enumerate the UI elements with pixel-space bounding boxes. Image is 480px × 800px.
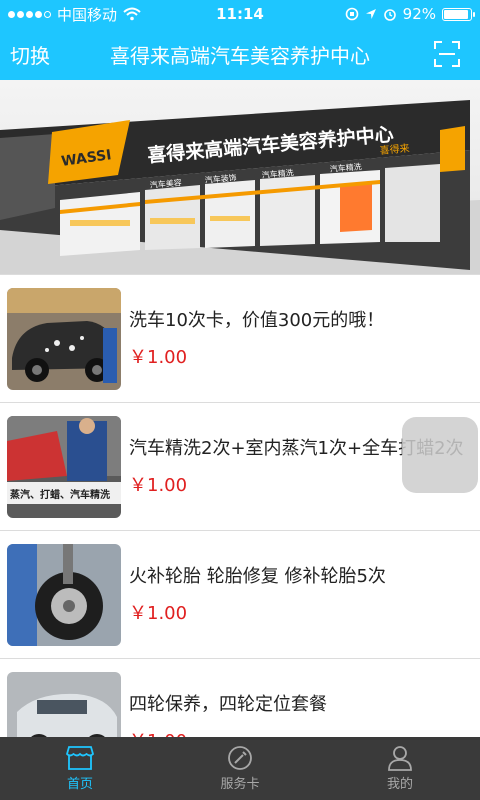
location-icon [365, 9, 376, 19]
user-icon [388, 746, 412, 771]
page-title: 喜得来高端汽车美容养护中心 [110, 43, 370, 68]
status-bar: 中国移动 11:14 92% [0, 0, 480, 28]
scan-button[interactable] [390, 41, 480, 67]
product-info: 火补轮胎 轮胎修复 修补轮胎5次 ￥1.00 [129, 565, 480, 625]
title-bar: 切换 喜得来高端汽车美容养护中心 [0, 28, 480, 80]
orientation-lock-icon [345, 7, 358, 21]
product-price: ￥1.00 [129, 346, 188, 368]
battery-percent: 92% [402, 5, 436, 23]
tab-bar: 首页 服务卡 我的 [0, 737, 480, 800]
scan-icon [434, 41, 460, 67]
thumbnail-caption: 蒸汽、打蜡、汽车精洗 [10, 488, 110, 501]
storefront-illustration: 喜得来高端汽车美容养护中心 WASSI 喜得来 汽车美容 汽车装饰 汽车精洗 汽… [0, 100, 480, 274]
product-thumbnail [7, 287, 121, 390]
clock: 11:14 [216, 5, 264, 23]
status-left: 中国移动 [8, 4, 188, 25]
status-right: 92% [292, 5, 475, 23]
store-icon [66, 746, 94, 770]
product-name: 四轮保养，四轮定位套餐 [129, 693, 327, 715]
tab-mine-label: 我的 [386, 777, 413, 792]
alarm-icon [383, 9, 396, 21]
tab-service-card-label: 服务卡 [220, 777, 260, 792]
tab-mine[interactable]: 我的 [320, 737, 480, 800]
tab-home-label: 首页 [66, 777, 93, 792]
product-item[interactable]: 火补轮胎 轮胎修复 修补轮胎5次 ￥1.00 [0, 530, 480, 658]
switch-button[interactable]: 切换 [0, 40, 90, 69]
product-thumbnail [7, 543, 121, 646]
product-list: 洗车10次卡，价值300元的哦！ ￥1.00 蒸汽、打蜡、汽车精洗 汽车精洗2次… [0, 274, 480, 786]
battery-icon [442, 7, 475, 21]
carrier-label: 中国移动 [57, 5, 118, 24]
product-name: 火补轮胎 轮胎修复 修补轮胎5次 [129, 565, 386, 587]
product-thumbnail: 蒸汽、打蜡、汽车精洗 [7, 415, 121, 518]
signal-icon [8, 10, 51, 18]
product-item[interactable]: 洗车10次卡，价值300元的哦！ ￥1.00 [0, 274, 480, 402]
assistive-touch-button[interactable] [402, 417, 478, 493]
battery-fill [444, 9, 468, 19]
wrench-icon [228, 746, 252, 770]
product-info: 洗车10次卡，价值300元的哦！ ￥1.00 [129, 309, 480, 369]
product-name: 洗车10次卡，价值300元的哦！ [129, 309, 385, 331]
wifi-icon [123, 7, 141, 21]
product-price: ￥1.00 [129, 602, 188, 624]
store-banner[interactable]: 喜得来高端汽车美容养护中心 WASSI 喜得来 汽车美容 汽车装饰 汽车精洗 汽… [0, 80, 480, 274]
tab-home[interactable]: 首页 [0, 737, 160, 800]
tab-service-card[interactable]: 服务卡 [160, 737, 320, 800]
